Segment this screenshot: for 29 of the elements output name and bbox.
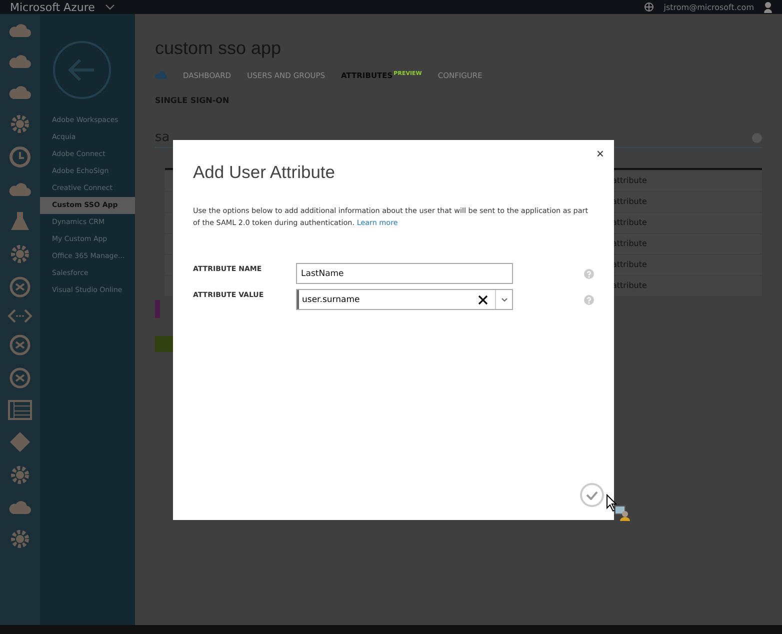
code-icon[interactable] <box>8 309 32 323</box>
gear-icon[interactable] <box>9 528 31 550</box>
clear-icon[interactable] <box>477 294 489 306</box>
gear-icon[interactable] <box>9 243 31 265</box>
gear-icon[interactable] <box>9 113 31 135</box>
gear-icon[interactable] <box>9 464 31 486</box>
add-button[interactable] <box>155 336 175 352</box>
brand-name: Microsoft Azure <box>10 0 95 14</box>
globe-icon[interactable] <box>644 2 654 12</box>
confirm-button[interactable] <box>580 483 604 507</box>
circle-icon[interactable] <box>9 334 31 356</box>
table-icon[interactable] <box>8 400 32 420</box>
attribute-name-field[interactable]: LastName <box>296 263 513 284</box>
flask-icon[interactable] <box>9 210 31 232</box>
help-icon[interactable] <box>584 268 594 278</box>
dialog-title: Add User Attribute <box>193 162 336 183</box>
cloud-icon <box>155 71 167 80</box>
user-email[interactable]: jstrom@microsoft.com <box>664 2 754 12</box>
circle-icon[interactable] <box>9 367 31 389</box>
caret-icon <box>500 298 508 302</box>
diamond-icon[interactable] <box>9 431 31 453</box>
close-button[interactable]: × <box>594 146 606 161</box>
avatar-icon[interactable] <box>764 1 772 13</box>
attribute-value-field[interactable]: user.surname <box>296 289 513 310</box>
help-icon[interactable] <box>584 294 594 304</box>
circle-icon[interactable] <box>9 276 31 298</box>
check-icon <box>586 490 598 500</box>
clock-icon[interactable] <box>9 146 31 168</box>
chevron-down-icon[interactable] <box>104 4 115 10</box>
